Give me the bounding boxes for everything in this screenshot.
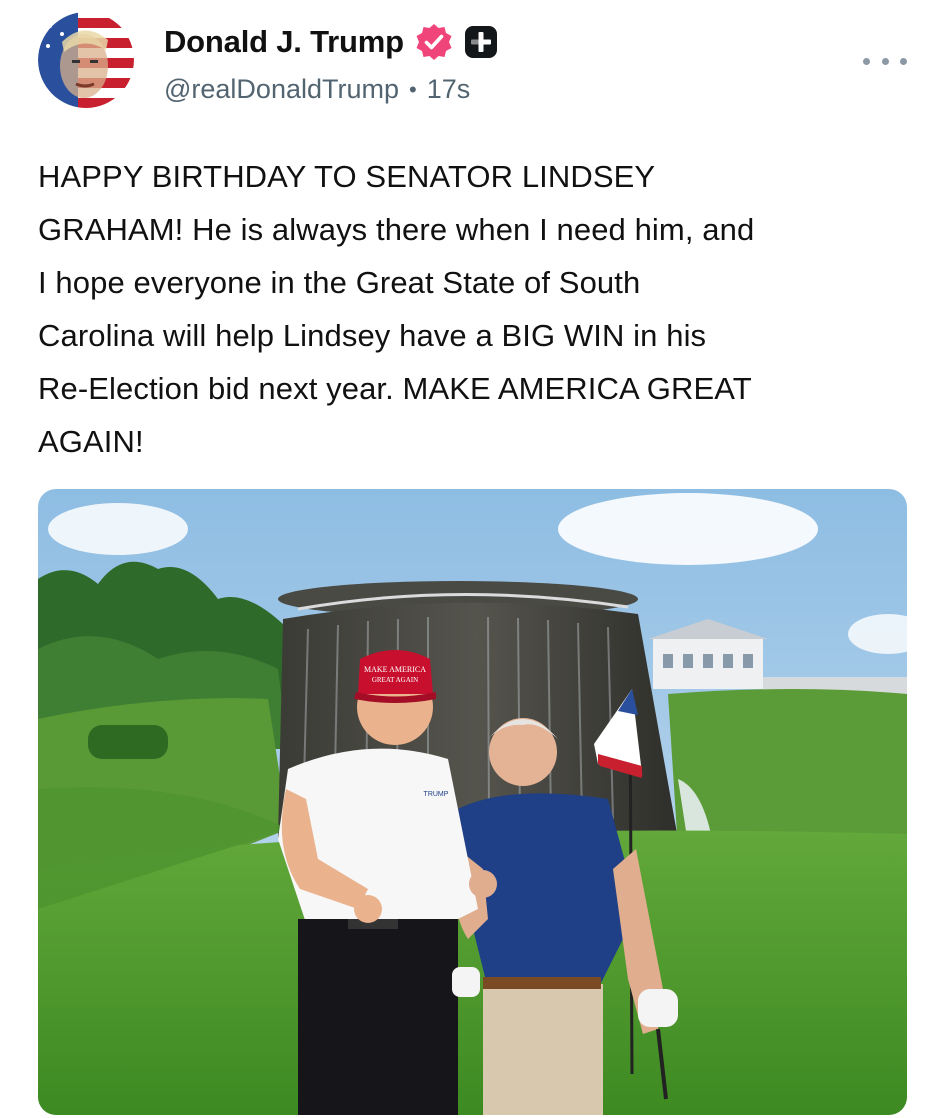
more-options-icon: [863, 57, 870, 65]
author-handle[interactable]: @realDonaldTrump: [164, 74, 399, 105]
more-options-button[interactable]: [863, 48, 907, 74]
verified-badge-icon: [416, 24, 452, 60]
meta-separator: •: [409, 76, 417, 102]
author-avatar[interactable]: [38, 12, 134, 108]
more-options-icon-dot: [881, 57, 889, 65]
post-card: Donald J. Trump @realDonaldTrump • 17s H…: [0, 0, 945, 1118]
hat-text-line1: MAKE AMERICA: [364, 665, 426, 674]
shirt-logo-text: TRUMP: [424, 791, 449, 798]
author-display-name[interactable]: Donald J. Trump: [164, 24, 404, 60]
avatar-image: [38, 12, 134, 108]
golf-course-photo: MAKE AMERICA GREAT AGAIN TRUMP: [38, 489, 907, 1115]
plus-badge-icon: [464, 26, 497, 58]
post-photo[interactable]: MAKE AMERICA GREAT AGAIN TRUMP: [38, 489, 907, 1115]
hat-text-line2: GREAT AGAIN: [372, 676, 418, 684]
author-meta-row: @realDonaldTrump • 17s: [164, 74, 470, 105]
author-name-row: Donald J. Trump: [164, 22, 498, 62]
more-options-icon-dot: [900, 57, 907, 65]
post-timestamp[interactable]: 17s: [427, 74, 471, 105]
post-text: HAPPY BIRTHDAY TO SENATOR LINDSEY GRAHAM…: [38, 159, 755, 459]
